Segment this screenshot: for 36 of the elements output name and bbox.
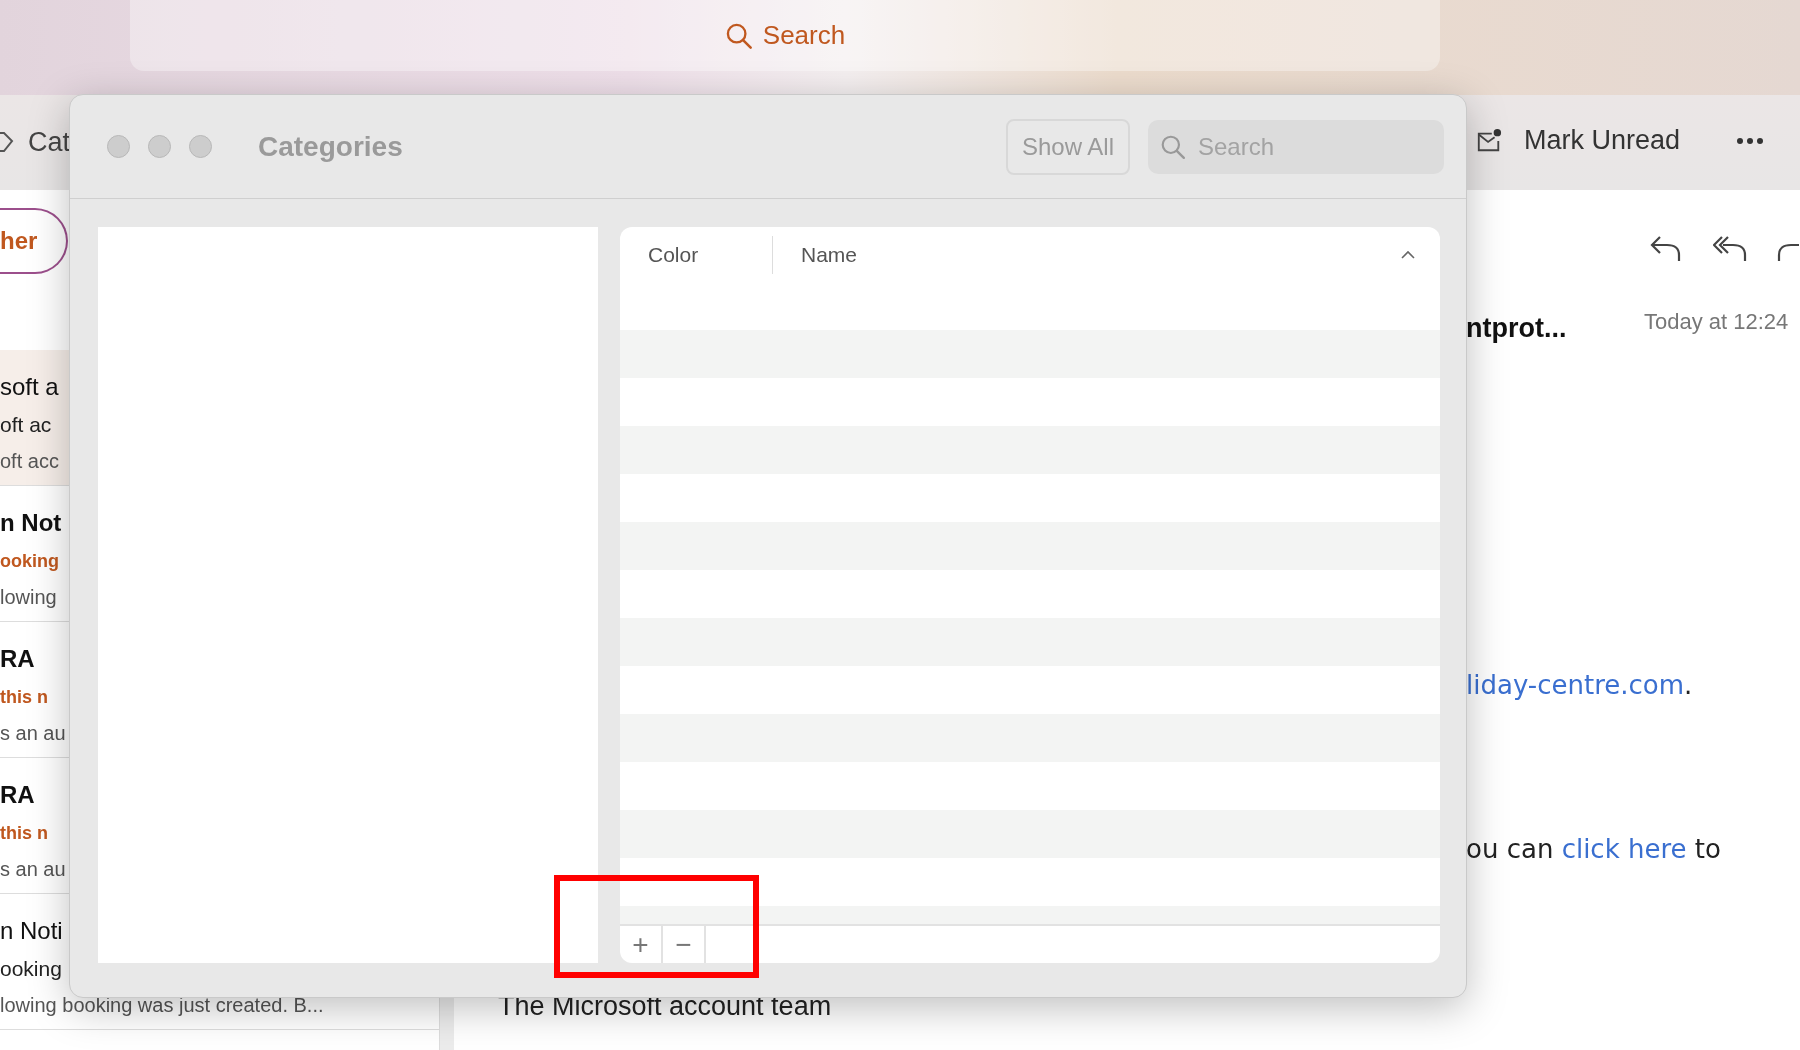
toolbar-label[interactable]: Cat — [28, 127, 71, 158]
message-sender: soft a — [0, 373, 59, 400]
search-field[interactable]: Search — [1148, 119, 1444, 174]
envelope-icon — [1475, 127, 1502, 154]
message-preview: lowing — [0, 586, 57, 608]
search-icon — [1160, 133, 1186, 160]
message-sender: n Not — [0, 509, 62, 536]
message-subject: ntprot... — [1466, 312, 1568, 344]
message-preview: s an au — [0, 858, 66, 880]
search-button[interactable]: Search — [716, 16, 854, 55]
message-sender: n Noti — [0, 917, 63, 944]
search-icon — [724, 21, 753, 50]
message-subject: ooking — [0, 551, 59, 571]
add-button[interactable]: + — [620, 926, 663, 963]
link[interactable]: click here — [1561, 834, 1687, 864]
message-subject: oft ac — [0, 413, 52, 436]
message-text: liday-centre.com. — [1466, 670, 1694, 700]
message-subject: this n — [0, 687, 48, 707]
dialog-title: Categories — [258, 130, 403, 163]
column-header[interactable]: Color — [620, 235, 773, 274]
mark-unread-button[interactable]: Mark Unread — [1475, 125, 1680, 156]
message-preview: oft acc — [0, 450, 59, 472]
remove-button[interactable]: − — [663, 926, 706, 963]
caret-icon — [1400, 248, 1416, 261]
message-text: ou can click here to — [1466, 834, 1722, 864]
column-header[interactable]: Name — [773, 235, 1440, 274]
message-subject: this n — [0, 823, 48, 843]
more-icon[interactable] — [1736, 136, 1764, 145]
message-subject: ooking — [0, 957, 62, 980]
message-time: Today at 12:24 — [1644, 309, 1789, 335]
reply-all-icon[interactable] — [1713, 233, 1749, 263]
message-sender: RA — [0, 781, 35, 808]
message-preview: lowing booking was just created. B... — [0, 994, 324, 1016]
message-sender: RA — [0, 645, 35, 672]
message-preview: s an au — [0, 722, 66, 744]
link[interactable]: liday-centre.com — [1466, 670, 1685, 700]
